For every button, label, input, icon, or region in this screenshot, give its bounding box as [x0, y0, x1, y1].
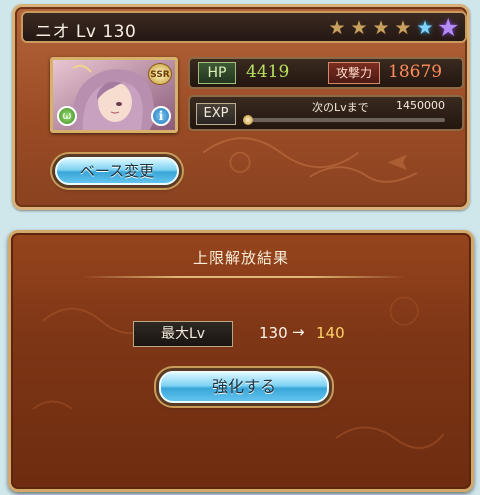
star-icon: ★ — [372, 17, 390, 39]
exp-progress-knob — [243, 115, 253, 125]
hp-label: HP — [198, 62, 236, 84]
character-status-panel: ニオ Lv 130 ★ ★ ★ ★ ★ ★ SSR ω i HP 4419 攻撃… — [12, 4, 470, 210]
stats-box: HP 4419 攻撃力 18679 — [188, 57, 464, 89]
strengthen-button[interactable]: 強化する — [159, 371, 329, 403]
info-icon[interactable]: i — [151, 106, 171, 126]
max-level-label: 最大Lv — [133, 321, 233, 347]
wind-element-icon: ω — [57, 106, 77, 126]
star-icon: ★ — [350, 17, 368, 39]
character-title-bar: ニオ Lv 130 ★ ★ ★ ★ ★ ★ — [21, 11, 467, 43]
purple-star-icon: ★ — [437, 13, 460, 42]
ssr-badge: SSR — [148, 63, 172, 85]
base-change-button[interactable]: ベース変更 — [55, 157, 179, 185]
limit-break-result-dialog: 上限解放結果 最大Lv 130 → 140 強化する — [8, 230, 474, 492]
max-level-to: 140 — [316, 324, 345, 342]
exp-next-value: 1450000 — [396, 99, 445, 112]
dialog-ornament — [32, 296, 445, 449]
exp-box: EXP 次のLvまで 1450000 — [188, 95, 464, 131]
blue-star-icon: ★ — [416, 17, 434, 39]
rarity-stars: ★ ★ ★ ★ ★ ★ — [327, 13, 460, 42]
right-arrow-icon: → — [292, 323, 305, 341]
attack-label: 攻撃力 — [328, 62, 380, 84]
star-icon: ★ — [394, 17, 412, 39]
exp-next-label: 次のLvまで — [312, 101, 369, 114]
character-portrait[interactable]: SSR ω i — [50, 57, 178, 133]
hp-value: 4419 — [246, 62, 290, 82]
title-divider — [81, 276, 407, 278]
dialog-title: 上限解放結果 — [192, 249, 289, 267]
exp-label: EXP — [196, 103, 236, 125]
attack-value: 18679 — [388, 62, 443, 82]
max-level-from: 130 — [259, 324, 288, 342]
exp-progress-bar — [246, 117, 446, 123]
star-icon: ★ — [328, 17, 346, 39]
character-name-level: ニオ Lv 130 — [35, 22, 137, 42]
